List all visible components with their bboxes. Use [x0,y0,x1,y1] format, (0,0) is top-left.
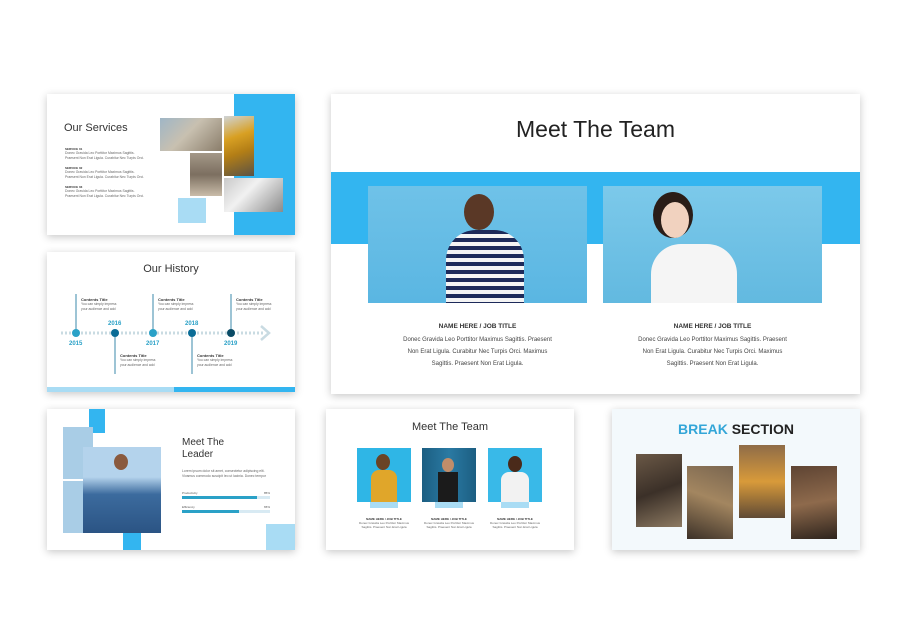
accent-square [178,198,206,223]
year-label: 2017 [146,341,160,347]
small-member-card: NAME HERE / JOB TITLE Donec Gravida Leo … [358,517,410,529]
photo-small-1 [357,448,411,502]
photo-small-3 [488,448,542,502]
footer-bar-accent [174,387,295,392]
year-label: 2018 [185,321,199,327]
member-card-2: NAME HERE / JOB TITLE Donec Gravida Leo … [638,323,787,367]
history-item: Contents Title You can simply impress yo… [158,297,194,311]
year-label: 2015 [69,341,83,347]
timeline [61,294,271,374]
history-item: Contents Title You can simply impress yo… [197,353,233,367]
skill-bar: Efficiency 65% [182,505,270,513]
slide-meet-the-team-small[interactable]: Meet The Team NAME HERE / JOB TITLE Done… [326,409,574,550]
small-member-card: NAME HERE / JOB TITLE Donec Gravida Leo … [489,517,541,529]
member-1-head [464,194,494,230]
service-item: SERVICE 03 Donec Gravida Leo Porttitor M… [65,185,144,198]
history-item: Contents Title You can simply impress yo… [236,297,272,311]
service-item: SERVICE 01 Donec Gravida Leo Porttitor M… [65,147,144,160]
member-1-shirt [446,230,524,303]
break-word: BREAK [678,421,728,437]
section-word: SECTION [731,421,794,437]
services-title: Our Services [64,122,128,134]
leader-description: Lorem ipsum dolor sit amet, consectetur … [182,469,266,478]
year-label: 2019 [224,341,238,347]
slide-our-history[interactable]: Our History 2015 2016 2017 2018 2019 Con… [47,252,295,392]
service-item: SERVICE 02 Donec Gravida Leo Porttitor M… [65,166,144,179]
slide-meet-the-team-large[interactable]: Meet The Team NAME HERE / JOB TITLE Done… [331,94,860,394]
skill-bar-fill [182,510,240,513]
photo-member-2 [603,186,822,303]
footer-bar-light [47,387,174,392]
history-item: Contents Title You can simply impress yo… [81,297,117,311]
photo-break-4 [791,466,837,539]
slide-meet-the-leader[interactable]: Meet The Leader Lorem ipsum dolor sit am… [47,409,295,550]
accent-square-bottom-right [266,524,295,550]
slide-break-section[interactable]: BREAK SECTION [612,409,860,550]
break-title: BREAK SECTION [612,421,860,437]
caption-bar [370,502,398,508]
caption-bar [435,502,463,508]
skill-bar: Productivity 85% [182,491,270,499]
photo-break-2 [687,466,733,539]
photo-break-1 [636,454,682,527]
leader-head [114,454,128,470]
member-card-1: NAME HERE / JOB TITLE Donec Gravida Leo … [403,323,552,367]
history-item: Contents Title You can simply impress yo… [120,353,156,367]
skill-bar-fill [182,496,257,499]
year-label: 2016 [108,321,122,327]
photo-member-1 [368,186,587,303]
photo-quarry [190,153,222,196]
photo-excavator-arm [224,116,254,176]
photo-excavator-rocks [160,118,222,151]
team-title: Meet The Team [516,116,675,142]
photo-leader [83,447,161,533]
slide-our-services[interactable]: Our Services SERVICE 01 Donec Gravida Le… [47,94,295,235]
team-small-title: Meet The Team [411,421,489,433]
member-2-head [661,202,689,238]
photo-machinery [224,178,283,212]
leader-title: Meet The Leader [182,437,225,460]
photo-small-2 [422,448,476,502]
member-2-shirt [651,244,737,303]
photo-break-3 [739,445,785,518]
small-member-card: NAME HERE / JOB TITLE Donec Gravida Leo … [423,517,475,529]
caption-bar [501,502,529,508]
